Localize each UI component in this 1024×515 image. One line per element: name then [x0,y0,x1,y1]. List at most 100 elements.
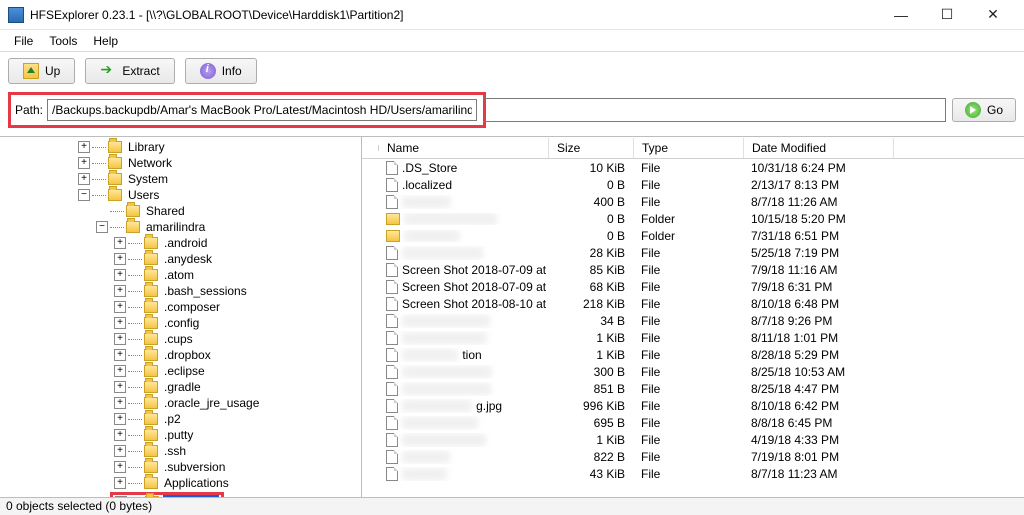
list-row[interactable]: 1 KiBFile4/19/18 4:33 PM [362,431,1024,448]
tree-row[interactable]: +.ssh [0,443,361,459]
tree-toggle[interactable]: + [114,269,126,281]
cell-type: File [633,416,743,430]
tree-toggle[interactable]: − [115,496,127,497]
tree-row[interactable]: +.subversion [0,459,361,475]
menu-help[interactable]: Help [85,32,126,50]
list-row[interactable]: 851 BFile8/25/18 4:47 PM [362,380,1024,397]
list-row[interactable]: 0 BFolder7/31/18 6:51 PM [362,227,1024,244]
tree-toggle[interactable]: + [114,301,126,313]
file-icon [386,450,398,464]
menu-file[interactable]: File [6,32,41,50]
tree-toggle[interactable]: + [114,381,126,393]
tree-toggle[interactable]: + [114,397,126,409]
list-row[interactable]: g.jpg996 KiBFile8/10/18 6:42 PM [362,397,1024,414]
tree-toggle[interactable]: + [114,253,126,265]
tree-row[interactable]: +.p2 [0,411,361,427]
list-row[interactable]: 822 BFile7/19/18 8:01 PM [362,448,1024,465]
tree-row[interactable]: Shared [0,203,361,219]
maximize-button[interactable]: ☐ [924,0,970,30]
file-icon [386,297,398,311]
list-row[interactable]: 300 BFile8/25/18 10:53 AM [362,363,1024,380]
list-row[interactable]: 43 KiBFile8/7/18 11:23 AM [362,465,1024,482]
tree-row[interactable]: +.dropbox [0,347,361,363]
tree-toggle[interactable]: + [114,413,126,425]
column-date[interactable]: Date Modified [744,138,894,158]
cell-name: .DS_Store [378,161,548,175]
folder-icon [144,333,158,345]
tree-row[interactable]: +System [0,171,361,187]
menu-tools[interactable]: Tools [41,32,85,50]
cell-name [378,246,548,260]
tree-toggle[interactable]: + [114,237,126,249]
tree-pane[interactable]: +Library+Network+System−UsersShared−amar… [0,137,362,497]
tree-toggle[interactable]: + [114,317,126,329]
folder-icon [144,413,158,425]
folder-icon [108,141,122,153]
cell-name [378,213,548,225]
tree-row[interactable]: +.eclipse [0,363,361,379]
up-button[interactable]: Up [8,58,75,84]
tree-row[interactable]: +.anydesk [0,251,361,267]
list-row[interactable]: Screen Shot 2018-07-09 at 11.1585 KiBFil… [362,261,1024,278]
tree-toggle[interactable]: + [114,365,126,377]
tree-row[interactable]: +Applications [0,475,361,491]
list-row[interactable]: 695 BFile8/8/18 6:45 PM [362,414,1024,431]
tree-toggle[interactable]: + [78,157,90,169]
tree-row[interactable]: +Library [0,139,361,155]
tree-toggle[interactable]: + [114,429,126,441]
tree-row[interactable]: +.gradle [0,379,361,395]
tree-toggle[interactable]: + [114,445,126,457]
tree-row[interactable]: +.config [0,315,361,331]
tree-row[interactable]: +.putty [0,427,361,443]
column-type[interactable]: Type [634,138,744,158]
tree-row[interactable]: +Network [0,155,361,171]
cell-date: 8/25/18 10:53 AM [743,365,893,379]
tree-toggle[interactable]: + [114,461,126,473]
info-button[interactable]: Info [185,58,257,84]
list-row[interactable]: 28 KiBFile5/25/18 7:19 PM [362,244,1024,261]
go-label: Go [987,103,1003,117]
list-row[interactable]: Screen Shot 2018-08-10 at 6.47218 KiBFil… [362,295,1024,312]
tree-row[interactable]: +.cups [0,331,361,347]
column-handle[interactable] [362,145,379,151]
tree-label[interactable]: Desktop [163,495,219,497]
go-button[interactable]: Go [952,98,1016,122]
column-size[interactable]: Size [549,138,634,158]
list-row[interactable]: 400 BFile8/7/18 11:26 AM [362,193,1024,210]
list-row[interactable]: tion1 KiBFile8/28/18 5:29 PM [362,346,1024,363]
list-row[interactable]: Screen Shot 2018-07-09 at 6.3168 KiBFile… [362,278,1024,295]
extract-button[interactable]: Extract [85,58,174,84]
info-icon [200,63,216,79]
tree-toggle[interactable]: + [114,349,126,361]
path-input-extension[interactable] [483,98,946,122]
minimize-button[interactable]: — [878,0,924,30]
path-input[interactable] [47,99,477,121]
tree-toggle[interactable]: + [114,333,126,345]
tree-row[interactable]: +.oracle_jre_usage [0,395,361,411]
tree-row[interactable]: −amarilindra [0,219,361,235]
tree-row[interactable]: −Users [0,187,361,203]
cell-date: 5/25/18 7:19 PM [743,246,893,260]
list-row[interactable]: 34 BFile8/7/18 9:26 PM [362,312,1024,329]
tree-toggle[interactable]: − [78,189,90,201]
cell-name: Screen Shot 2018-08-10 at 6.47 [378,297,548,311]
tree-row[interactable]: +.composer [0,299,361,315]
folder-icon [144,477,158,489]
list-body[interactable]: .DS_Store10 KiBFile10/31/18 6:24 PM.loca… [362,159,1024,497]
folder-icon [144,237,158,249]
column-name[interactable]: Name [379,138,549,158]
list-row[interactable]: 1 KiBFile8/11/18 1:01 PM [362,329,1024,346]
close-button[interactable]: ✕ [970,0,1016,30]
list-row[interactable]: 0 BFolder10/15/18 5:20 PM [362,210,1024,227]
tree-toggle[interactable]: + [114,477,126,489]
tree-toggle[interactable]: + [114,285,126,297]
tree-row[interactable]: +.android [0,235,361,251]
file-icon [386,467,398,481]
tree-toggle[interactable]: + [78,141,90,153]
list-row[interactable]: .localized0 BFile2/13/17 8:13 PM [362,176,1024,193]
tree-toggle[interactable]: + [78,173,90,185]
tree-toggle[interactable]: − [96,221,108,233]
tree-row[interactable]: +.atom [0,267,361,283]
list-row[interactable]: .DS_Store10 KiBFile10/31/18 6:24 PM [362,159,1024,176]
tree-row[interactable]: +.bash_sessions [0,283,361,299]
